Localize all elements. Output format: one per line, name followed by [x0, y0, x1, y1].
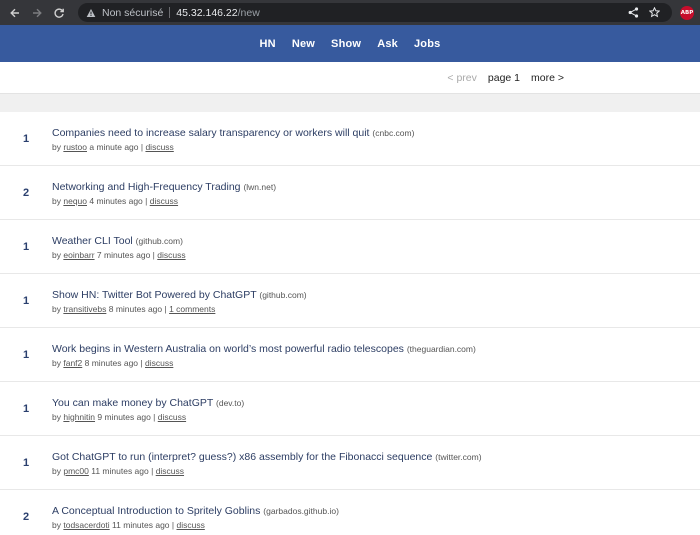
story-score: 1 [22, 132, 30, 145]
by-label: by [52, 195, 61, 206]
nav-show[interactable]: Show [323, 38, 369, 50]
story-time: 8 minutes ago | [84, 357, 143, 368]
nav-jobs[interactable]: Jobs [406, 38, 448, 50]
star-icon[interactable] [649, 7, 660, 18]
story-comments[interactable]: discuss [158, 412, 186, 422]
story-author[interactable]: fanf2 [63, 358, 82, 368]
by-label: by [52, 141, 61, 152]
story-title[interactable]: Weather CLI Tool [52, 235, 133, 247]
story-author[interactable]: transitivebs [63, 304, 106, 314]
security-label: Non sécurisé [102, 6, 164, 19]
story-domain: (dev.to) [216, 397, 245, 408]
story-title[interactable]: You can make money by ChatGPT [52, 397, 213, 409]
more-link[interactable]: more > [531, 72, 564, 84]
warning-icon [86, 8, 96, 18]
url-host: 45.32.146.22 [176, 6, 238, 19]
current-page: page 1 [487, 71, 521, 84]
story-comments[interactable]: discuss [157, 250, 185, 260]
story-time: 7 minutes ago | [96, 249, 155, 260]
adblock-extension-icon[interactable]: ABP [680, 5, 694, 20]
story-comments[interactable]: 1 comments [169, 304, 215, 314]
back-arrow-icon[interactable] [6, 4, 24, 22]
story-list: 1 Companies need to increase salary tran… [0, 112, 700, 535]
story-domain: (twitter.com) [435, 451, 482, 462]
story-comments[interactable]: discuss [176, 520, 204, 530]
nav-hn[interactable]: HN [252, 38, 284, 50]
story-row: 1 Got ChatGPT to run (interpret? guess?)… [0, 436, 700, 490]
pagination: < prev page 1 more > [0, 62, 700, 94]
story-title[interactable]: A Conceptual Introduction to Spritely Go… [52, 505, 260, 517]
story-row: 1 Show HN: Twitter Bot Powered by ChatGP… [0, 274, 700, 328]
share-icon[interactable] [628, 7, 639, 18]
story-score: 2 [22, 510, 30, 523]
story-author[interactable]: todsacerdoti [63, 520, 109, 530]
story-author[interactable]: eoinbarr [63, 250, 94, 260]
story-comments[interactable]: discuss [150, 196, 178, 206]
story-comments[interactable]: discuss [145, 358, 173, 368]
story-title[interactable]: Got ChatGPT to run (interpret? guess?) x… [52, 451, 432, 463]
story-title[interactable]: Companies need to increase salary transp… [52, 127, 369, 139]
story-author[interactable]: nequo [63, 196, 87, 206]
story-time: 11 minutes ago | [112, 519, 175, 530]
by-label: by [52, 357, 61, 368]
story-author[interactable]: highnitin [63, 412, 95, 422]
story-row: 1 Weather CLI Tool (github.com) by eoinb… [0, 220, 700, 274]
story-row: 1 Companies need to increase salary tran… [0, 112, 700, 166]
story-author[interactable]: pmc00 [63, 466, 89, 476]
story-score: 1 [22, 402, 30, 415]
story-row: 2 Networking and High-Frequency Trading … [0, 166, 700, 220]
separator [169, 7, 171, 18]
address-bar[interactable]: Non sécurisé 45.32.146.22 /new [78, 3, 672, 22]
by-label: by [52, 519, 61, 530]
nav-ask[interactable]: Ask [369, 38, 406, 50]
section-spacer [0, 94, 700, 112]
story-domain: (github.com) [135, 235, 183, 246]
by-label: by [52, 303, 61, 314]
url-path: /new [237, 6, 260, 19]
story-row: 1 You can make money by ChatGPT (dev.to)… [0, 382, 700, 436]
story-time: a minute ago | [89, 141, 144, 152]
by-label: by [52, 465, 61, 476]
story-score: 1 [22, 348, 30, 361]
story-domain: (garbados.github.io) [263, 505, 339, 516]
story-title[interactable]: Show HN: Twitter Bot Powered by ChatGPT [52, 289, 256, 301]
forward-arrow-icon[interactable] [28, 4, 46, 22]
story-comments[interactable]: discuss [145, 142, 173, 152]
story-score: 1 [22, 456, 30, 469]
story-domain: (lwn.net) [243, 181, 277, 192]
reload-icon[interactable] [50, 4, 68, 22]
story-score: 1 [22, 240, 30, 253]
nav-new[interactable]: New [284, 38, 323, 50]
story-time: 8 minutes ago | [108, 303, 167, 314]
story-time: 9 minutes ago | [97, 411, 156, 422]
story-domain: (github.com) [259, 289, 307, 300]
browser-toolbar: Non sécurisé 45.32.146.22 /new ABP [0, 0, 700, 25]
site-nav: HN New Show Ask Jobs [0, 25, 700, 62]
story-domain: (cnbc.com) [372, 127, 415, 138]
prev-link: < prev [447, 71, 477, 84]
story-time: 4 minutes ago | [89, 195, 148, 206]
by-label: by [52, 249, 61, 260]
story-author[interactable]: rustoo [63, 142, 87, 152]
story-title[interactable]: Work begins in Western Australia on worl… [52, 343, 404, 355]
story-title[interactable]: Networking and High-Frequency Trading [52, 181, 241, 193]
by-label: by [52, 411, 61, 422]
story-row: 2 A Conceptual Introduction to Spritely … [0, 490, 700, 535]
story-time: 11 minutes ago | [91, 465, 154, 476]
story-row: 1 Work begins in Western Australia on wo… [0, 328, 700, 382]
story-score: 1 [22, 294, 30, 307]
story-domain: (theguardian.com) [406, 343, 476, 354]
story-comments[interactable]: discuss [156, 466, 184, 476]
story-score: 2 [22, 186, 30, 199]
